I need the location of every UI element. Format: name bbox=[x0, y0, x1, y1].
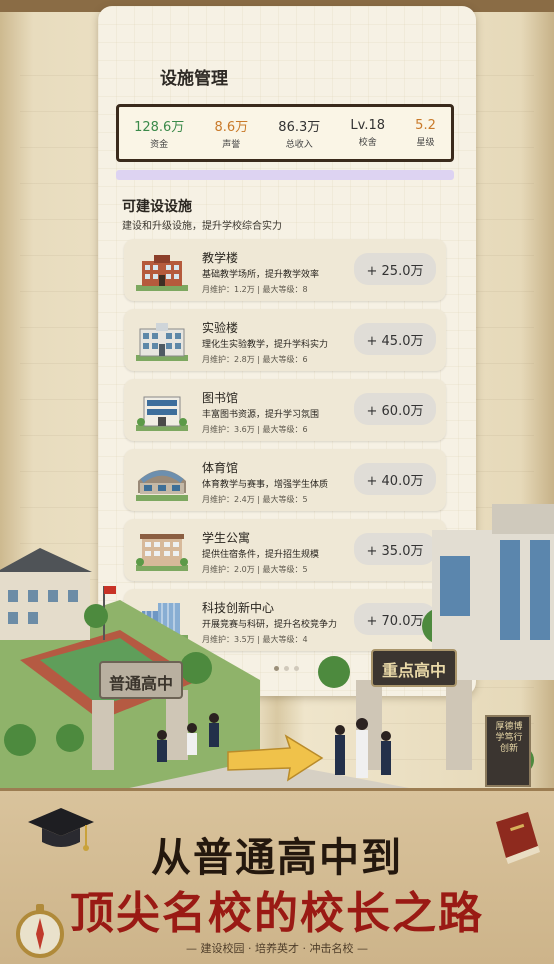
gym-icon bbox=[136, 470, 188, 501]
section-subtitle: 建设和升级设施，提升学校综合实力 bbox=[122, 221, 282, 232]
max-level-text: 最大等级：4 bbox=[262, 635, 308, 644]
upkeep-text: 月维护：3.6万 bbox=[202, 425, 255, 434]
stat-income: 86.3万 总收入 bbox=[278, 116, 320, 150]
max-level-text: 最大等级：5 bbox=[262, 565, 308, 574]
max-level-text: 最大等级：6 bbox=[262, 355, 308, 364]
facility-list: 教学楼 基础教学场所，提升教学效率 月维护：1.2万 | 最大等级：8 + 25… bbox=[124, 239, 446, 659]
stat-label: 星级 bbox=[416, 138, 435, 148]
facility-meta: 月维护：2.4万 | 最大等级：5 bbox=[202, 495, 308, 504]
upkeep-text: 月维护：3.5万 bbox=[202, 635, 255, 644]
facility-desc: 提供住宿条件，提升招生规模 bbox=[202, 550, 320, 560]
stat-label: 总收入 bbox=[285, 140, 313, 150]
facility-desc: 开展竞赛与科研，提升名校竞争力 bbox=[202, 620, 338, 630]
facility-desc: 体育教学与赛事，增强学生体质 bbox=[202, 480, 329, 490]
banner-tagline: — 建设校园 · 培养英才 · 冲击名校 — bbox=[186, 942, 368, 955]
progress-strip bbox=[116, 170, 454, 180]
stat-school-level: Lv.18 校舍 bbox=[350, 118, 385, 148]
page-dot[interactable] bbox=[294, 666, 299, 671]
facility-name: 体育馆 bbox=[202, 461, 239, 475]
stat-label: 资金 bbox=[150, 140, 169, 150]
stat-reputation: 8.6万 声誉 bbox=[214, 116, 248, 150]
facility-meta: 月维护：3.6万 | 最大等级：6 bbox=[202, 425, 308, 434]
section-title: 可建设设施 bbox=[122, 199, 192, 215]
headline-line-2: 顶尖名校的校长之路 bbox=[70, 888, 484, 939]
facility-meta: 月维护：1.2万 | 最大等级：8 bbox=[202, 285, 308, 294]
max-level-text: 最大等级：5 bbox=[262, 495, 308, 504]
max-level-text: 最大等级：8 bbox=[262, 285, 308, 294]
innovation-center-icon bbox=[136, 603, 188, 641]
stat-value: 86.3万 bbox=[278, 120, 321, 135]
build-cost-button[interactable]: + 25.0万 bbox=[354, 253, 436, 285]
upkeep-text: 月维护：1.2万 bbox=[202, 285, 255, 294]
left-gate-sign: 普通高中 bbox=[108, 674, 173, 693]
lab-building-icon bbox=[136, 323, 188, 361]
stats-bar: 128.6万 资金 8.6万 声誉 86.3万 总收入 Lv.18 校舍 5.2… bbox=[116, 104, 454, 162]
facility-desc: 理化生实验教学，提升学科实力 bbox=[202, 340, 329, 350]
build-cost-button[interactable]: + 70.0万 bbox=[354, 603, 436, 635]
build-cost-button[interactable]: + 60.0万 bbox=[354, 393, 436, 425]
facility-row-library[interactable]: 图书馆 丰富图书资源，提升学习氛围 月维护：3.6万 | 最大等级：6 + 60… bbox=[124, 379, 446, 441]
stat-value: 128.6万 bbox=[134, 120, 185, 135]
facility-row-teaching-building[interactable]: 教学楼 基础教学场所，提升教学效率 月维护：1.2万 | 最大等级：8 + 25… bbox=[124, 239, 446, 301]
library-icon bbox=[136, 396, 188, 431]
facility-name: 教学楼 bbox=[202, 251, 239, 265]
page-indicator bbox=[274, 666, 299, 671]
facility-name: 学生公寓 bbox=[202, 531, 251, 545]
panel-title: 设施管理 bbox=[160, 69, 228, 89]
facility-row-innovation-center[interactable]: 科技创新中心 开展竞赛与科研，提升名校竞争力 月维护：3.5万 | 最大等级：4… bbox=[124, 589, 446, 651]
right-gate-sign: 重点高中 bbox=[381, 661, 446, 680]
facility-panel: 设施管理 128.6万 资金 8.6万 声誉 86.3万 总收入 Lv.18 校… bbox=[98, 6, 476, 696]
right-plaque: 厚德博学笃行创新 bbox=[495, 722, 523, 754]
facility-row-dormitory[interactable]: 学生公寓 提供住宿条件，提升招生规模 月维护：2.0万 | 最大等级：5 + 3… bbox=[124, 519, 446, 581]
build-cost-button[interactable]: + 40.0万 bbox=[354, 463, 436, 495]
max-level-text: 最大等级：6 bbox=[262, 425, 308, 434]
stat-value: 5.2 bbox=[415, 118, 436, 133]
upkeep-text: 月维护：2.4万 bbox=[202, 495, 255, 504]
facility-meta: 月维护：2.8万 | 最大等级：6 bbox=[202, 355, 308, 364]
upkeep-text: 月维护：2.8万 bbox=[202, 355, 255, 364]
headline-line-1: 从普通高中到 bbox=[151, 834, 403, 881]
stat-label: 校舍 bbox=[358, 138, 377, 148]
page-dot[interactable] bbox=[284, 666, 289, 671]
dormitory-icon bbox=[136, 534, 188, 571]
facility-desc: 基础教学场所，提升教学效率 bbox=[202, 270, 320, 280]
stat-value: 8.6万 bbox=[214, 120, 249, 135]
stat-funds: 128.6万 资金 bbox=[134, 116, 184, 150]
build-cost-button[interactable]: + 45.0万 bbox=[354, 323, 436, 355]
facility-name: 图书馆 bbox=[202, 391, 239, 405]
facility-name: 实验楼 bbox=[202, 321, 239, 335]
page-dot-active[interactable] bbox=[274, 666, 279, 671]
upkeep-text: 月维护：2.0万 bbox=[202, 565, 255, 574]
teaching-building-icon bbox=[136, 255, 188, 291]
facility-row-gym[interactable]: 体育馆 体育教学与赛事，增强学生体质 月维护：2.4万 | 最大等级：5 + 4… bbox=[124, 449, 446, 511]
build-cost-button[interactable]: + 35.0万 bbox=[354, 533, 436, 565]
stat-star-rating: 5.2 星级 bbox=[415, 118, 436, 148]
facility-meta: 月维护：2.0万 | 最大等级：5 bbox=[202, 565, 308, 574]
stat-value: Lv.18 bbox=[350, 118, 386, 133]
stat-label: 声誉 bbox=[222, 140, 241, 150]
facility-row-lab-building[interactable]: 实验楼 理化生实验教学，提升学科实力 月维护：2.8万 | 最大等级：6 + 4… bbox=[124, 309, 446, 371]
facility-name: 科技创新中心 bbox=[202, 601, 275, 615]
facility-meta: 月维护：3.5万 | 最大等级：4 bbox=[202, 635, 308, 644]
facility-desc: 丰富图书资源，提升学习氛围 bbox=[202, 410, 320, 420]
